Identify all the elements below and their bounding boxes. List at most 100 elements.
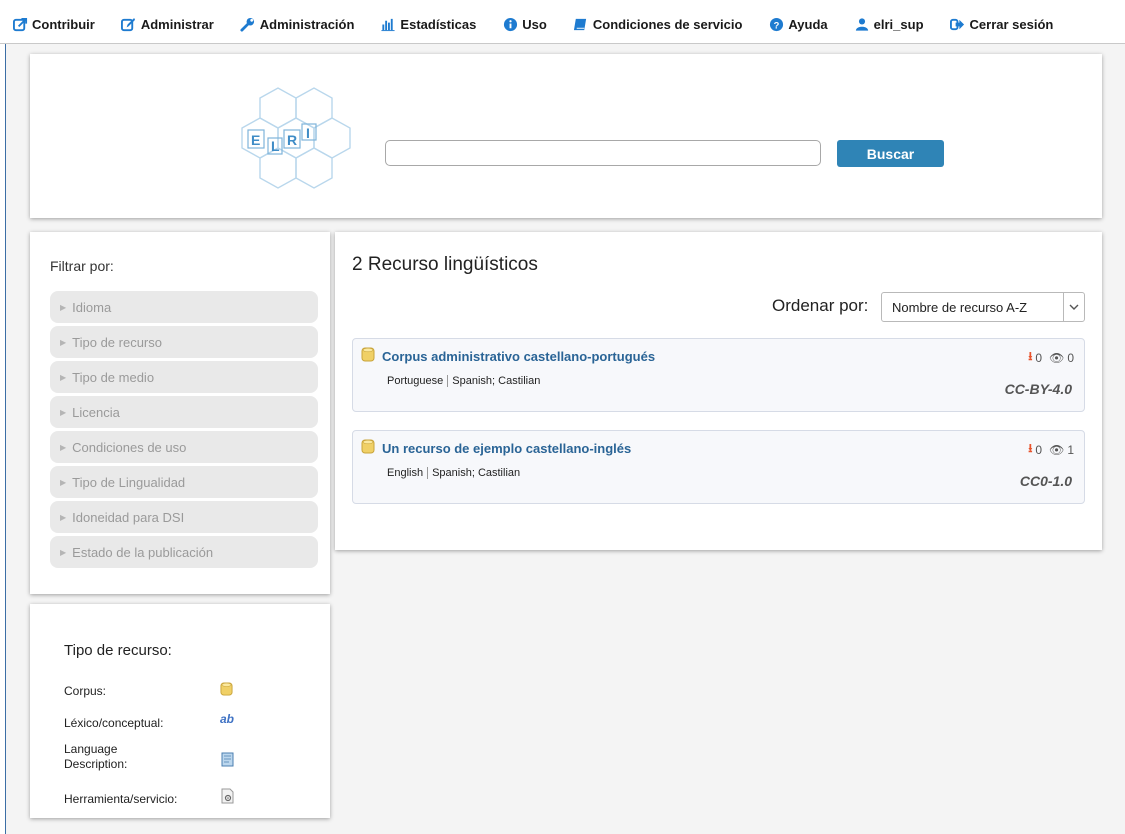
external-edit-icon <box>12 16 28 32</box>
caret-right-icon: ▶ <box>60 442 67 452</box>
nav-label: Ayuda <box>788 16 828 32</box>
legend-label: Language Description: <box>64 742 128 771</box>
nav-ayuda[interactable]: ? Ayuda <box>768 16 828 32</box>
eye-icon: 👁 <box>1049 350 1065 365</box>
corpus-icon <box>220 682 233 701</box>
resource-type-legend: Tipo de recurso: Corpus: Léxico/conceptu… <box>30 604 330 818</box>
filter-label: Tipo de medio <box>72 369 155 385</box>
legend-label: Léxico/conceptual: <box>64 716 164 730</box>
nav-label: Estadísticas <box>400 16 477 32</box>
caret-right-icon: ▶ <box>60 372 67 382</box>
divider <box>447 375 449 387</box>
caret-right-icon: ▶ <box>60 407 67 417</box>
sort-select[interactable]: Nombre de recurso A-Z <box>881 292 1085 322</box>
legend-label: Corpus: <box>64 684 107 698</box>
download-icon: ⭳ <box>1028 441 1033 455</box>
nav-label: Administrar <box>140 16 214 32</box>
edit-icon <box>121 16 137 32</box>
nav-logout[interactable]: Cerrar sesión <box>950 16 1054 32</box>
view-count: 1 <box>1067 442 1074 457</box>
nav-label: elri_sup <box>873 16 924 32</box>
view-count: 0 <box>1067 350 1074 365</box>
filter-tipo-medio[interactable]: ▶ Tipo de medio <box>50 361 318 393</box>
sign-out-icon <box>950 16 966 32</box>
filter-licencia[interactable]: ▶ Licencia <box>50 396 318 428</box>
divider <box>427 467 429 479</box>
nav-contribuir[interactable]: Contribuir <box>12 16 95 32</box>
chevron-down-icon <box>1063 293 1084 321</box>
search-button[interactable]: Buscar <box>837 140 944 167</box>
info-icon <box>502 16 518 32</box>
download-count: 0 <box>1035 350 1043 365</box>
download-count: 0 <box>1035 442 1043 457</box>
language-tag: Portuguese <box>387 375 444 387</box>
nav-condiciones[interactable]: Condiciones de servicio <box>573 16 743 32</box>
logo-letter: E <box>251 132 260 148</box>
filter-tipo-recurso[interactable]: ▶ Tipo de recurso <box>50 326 318 358</box>
results-panel: 2 Recurso lingüísticos Ordenar por: Nomb… <box>335 232 1102 550</box>
nav-estadisticas[interactable]: Estadísticas <box>380 16 476 32</box>
download-icon: ⭳ <box>1028 349 1033 363</box>
filter-idoneidad-dsi[interactable]: ▶ Idoneidad para DSI <box>50 501 318 533</box>
caret-right-icon: ▶ <box>60 337 67 347</box>
filter-label: Tipo de recurso <box>72 334 162 350</box>
logo-letter: R <box>287 132 297 148</box>
resource-stats: ⭳ 0 👁 0 <box>1028 347 1074 368</box>
caret-right-icon: ▶ <box>60 547 67 557</box>
filter-label: Tipo de Lingualidad <box>72 474 186 490</box>
corpus-icon <box>361 347 375 367</box>
resource-languages: English Spanish; Castilian <box>387 467 520 479</box>
resource-card: Un recurso de ejemplo castellano-inglés … <box>352 430 1085 504</box>
search-input[interactable] <box>385 140 821 166</box>
filter-list: ▶ Idioma ▶ Tipo de recurso ▶ Tipo de medio … <box>50 291 318 571</box>
sort-selected-value: Nombre de recurso A-Z <box>892 299 1028 315</box>
license-label: CC0-1.0 <box>1019 473 1072 489</box>
header-panel: E L R I Buscar <box>30 54 1102 218</box>
filter-label: Idoneidad para DSI <box>72 509 185 525</box>
caret-right-icon: ▶ <box>60 302 67 312</box>
filter-estado-publicacion[interactable]: ▶ Estado de la publicación <box>50 536 318 568</box>
filter-tipo-lingualidad[interactable]: ▶ Tipo de Lingualidad <box>50 466 318 498</box>
resource-card: Corpus administrativo castellano-portugu… <box>352 338 1085 412</box>
filter-condiciones-uso[interactable]: ▶ Condiciones de uso <box>50 431 318 463</box>
filter-idioma[interactable]: ▶ Idioma <box>50 291 318 323</box>
language-tag: Spanish; Castilian <box>452 375 541 387</box>
logo-letter: L <box>271 138 280 154</box>
elri-logo[interactable]: E L R I <box>238 84 358 194</box>
tool-service-icon <box>220 788 234 809</box>
nav-label: Contribuir <box>32 16 95 32</box>
logo-letter: I <box>306 125 310 141</box>
resource-stats: ⭳ 0 👁 1 <box>1028 439 1074 460</box>
resource-title-link[interactable]: Corpus administrativo castellano-portugu… <box>382 349 655 364</box>
wrench-icon <box>240 16 256 32</box>
elri-logo-graphic: E L R I <box>241 87 351 189</box>
top-nav: Contribuir Administrar Administración Es… <box>0 4 1125 44</box>
filter-title: Filtrar por: <box>50 258 114 274</box>
nav-administrar[interactable]: Administrar <box>121 16 214 32</box>
bar-chart-icon <box>380 16 396 32</box>
language-description-icon <box>220 752 234 773</box>
top-navbar: Contribuir Administrar Administración Es… <box>0 0 1125 44</box>
nav-administracion[interactable]: Administración <box>240 16 355 32</box>
resource-title-link[interactable]: Un recurso de ejemplo castellano-inglés <box>382 441 631 456</box>
filter-label: Licencia <box>72 404 120 420</box>
svg-text:?: ? <box>774 20 780 30</box>
sort-label: Ordenar por: <box>772 296 869 315</box>
legend-item-corpus: Corpus: <box>64 684 264 698</box>
caret-right-icon: ▶ <box>60 512 67 522</box>
nav-label: Cerrar sesión <box>969 16 1054 32</box>
nav-uso[interactable]: Uso <box>502 16 547 32</box>
legend-item-tool-service: Herramienta/servicio: <box>64 792 264 806</box>
filter-label: Idioma <box>72 299 112 315</box>
caret-right-icon: ▶ <box>60 477 67 487</box>
book-icon <box>573 16 589 32</box>
nav-label: Uso <box>522 16 547 32</box>
left-edge-border <box>0 44 6 834</box>
nav-label: Administración <box>259 16 355 32</box>
results-count-title: 2 Recurso lingüísticos <box>352 254 538 275</box>
legend-label: Herramienta/servicio: <box>64 792 178 806</box>
nav-user[interactable]: elri_sup <box>854 16 924 32</box>
nav-label: Condiciones de servicio <box>592 16 743 32</box>
legend-item-language-description: Language Description: <box>64 742 174 772</box>
filter-panel: Filtrar por: ▶ Idioma ▶ Tipo de recurso ▶ T… <box>30 232 330 594</box>
